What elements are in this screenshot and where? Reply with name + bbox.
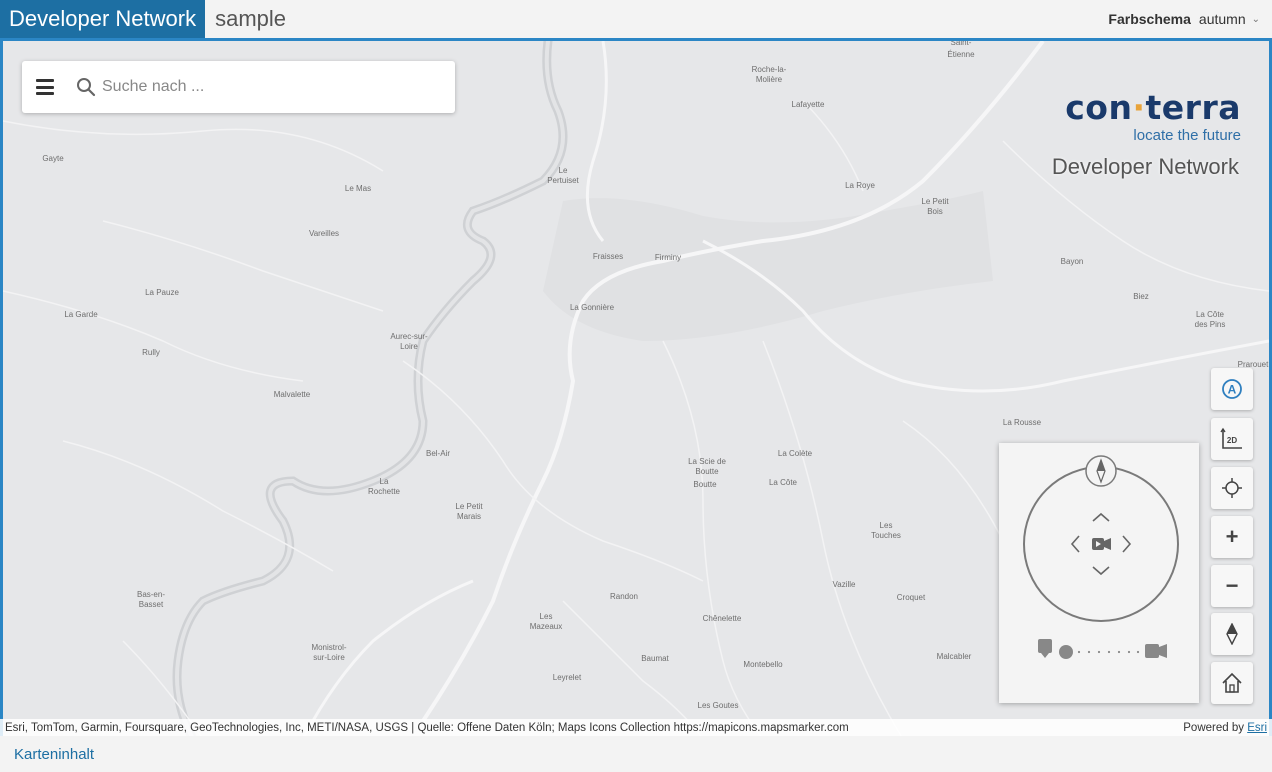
map-place-label: La Côte [769, 478, 798, 487]
map-place-label: Boutte [695, 467, 719, 476]
map-place-label: La Gonnière [570, 303, 615, 312]
map-place-label: Lafayette [792, 100, 825, 109]
locate-button[interactable] [1211, 467, 1253, 509]
map-place-label: Bas-en- [137, 590, 165, 599]
home-icon [1222, 672, 1242, 693]
map-place-label: Bois [927, 207, 943, 216]
map-place-label: Baumat [641, 654, 669, 663]
pan-down-icon[interactable] [1092, 566, 1110, 576]
map-place-label: La Garde [64, 310, 98, 319]
map-place-label: Bel-Air [426, 449, 450, 458]
compass-a-icon: A [1222, 379, 1242, 399]
overlay-title: Developer Network [1051, 154, 1239, 179]
map-content-link[interactable]: Karteninhalt [14, 746, 94, 763]
view-2d-icon: 2D [1220, 427, 1242, 449]
north-arrow-icon [1226, 623, 1238, 645]
map-place-label: Bayon [1061, 257, 1084, 266]
map-place-label: Biez [1133, 292, 1149, 301]
map-place-label: Les Goutes [698, 701, 739, 710]
map-place-label: Malvalette [274, 390, 311, 399]
bottom-bar: Karteninhalt [0, 736, 1272, 772]
map-place-label: sur-Loire [313, 653, 345, 662]
map-place-label: Rochette [368, 487, 401, 496]
map-attribution: Esri, TomTom, Garmin, Foursquare, GeoTec… [0, 719, 1272, 737]
map-place-label: Le Mas [345, 184, 371, 193]
search-input[interactable] [102, 78, 422, 96]
north-arrow-button[interactable] [1211, 613, 1253, 655]
map-place-label: Étienne [947, 50, 975, 59]
map-view[interactable]: Roche-la- Molière Saint- Étienne Lafayette Ga… [0, 38, 1272, 736]
top-bar: Developer Network sample Farbschema autu… [0, 0, 1272, 38]
map-place-label: Firminy [655, 253, 681, 262]
map-place-label: Chênelette [703, 614, 742, 623]
svg-text:2D: 2D [1227, 436, 1237, 445]
pan-left-icon[interactable] [1070, 535, 1080, 553]
map-place-label: Boutte [693, 480, 717, 489]
color-scheme-value[interactable]: autumn [1199, 11, 1246, 27]
crosshair-icon [1222, 478, 1242, 498]
map-place-label: La Côte [1196, 310, 1225, 319]
logo-tagline: locate the future [1133, 127, 1241, 144]
zoom-in-button[interactable]: + [1211, 516, 1253, 558]
chevron-down-icon[interactable]: ⌄ [1252, 14, 1260, 25]
map-place-label: Le [559, 166, 568, 175]
map-place-label: Randon [610, 592, 638, 601]
map-place-label: Touches [871, 531, 901, 540]
map-place-label: La Rousse [1003, 418, 1042, 427]
view-2d-button[interactable]: 2D [1211, 418, 1253, 460]
powered-by: Powered by Esri [1183, 722, 1267, 734]
map-place-label: Gayte [42, 154, 64, 163]
navigation-panel [999, 443, 1199, 703]
pan-right-icon[interactable] [1122, 535, 1132, 553]
color-scheme-select[interactable]: Farbschema autumn ⌄ [1108, 0, 1260, 38]
compass-a-button[interactable]: A [1211, 368, 1253, 410]
esri-link[interactable]: Esri [1247, 722, 1267, 734]
map-place-label: des Pins [1195, 320, 1226, 329]
map-place-label: Saint- [951, 41, 972, 47]
color-scheme-label: Farbschema [1108, 11, 1191, 27]
map-place-label: Montebello [743, 660, 783, 669]
map-place-label: Vareilles [309, 229, 339, 238]
pan-up-icon[interactable] [1092, 512, 1110, 522]
map-place-label: Malcabler [937, 652, 972, 661]
map-place-label: Vazille [833, 580, 857, 589]
map-place-label: Leyrelet [553, 673, 582, 682]
map-place-label: La [380, 477, 389, 486]
map-place-label: Les [880, 521, 893, 530]
map-place-label: Roche-la- [752, 65, 787, 74]
map-place-label: Basset [139, 600, 164, 609]
map-place-label: La Pauze [145, 288, 179, 297]
app-title: sample [215, 6, 286, 31]
home-button[interactable] [1211, 662, 1253, 704]
search-icon[interactable] [76, 77, 96, 97]
map-place-label: Molière [756, 75, 783, 84]
map-place-label: Loire [400, 342, 418, 351]
map-place-label: Mazeaux [530, 622, 562, 631]
map-place-label: Rully [142, 348, 160, 357]
tilt-slider[interactable] [1038, 639, 1167, 659]
map-place-label: Marais [457, 512, 481, 521]
map-place-label: Fraisses [593, 252, 623, 261]
brand-title: Developer Network [0, 0, 206, 38]
map-place-label: La Roye [845, 181, 875, 190]
svg-text:A: A [1228, 383, 1237, 397]
map-place-label: Les [540, 612, 553, 621]
camera-icon[interactable] [1092, 538, 1111, 550]
map-place-label: Croquet [897, 593, 926, 602]
menu-icon[interactable] [36, 79, 54, 95]
map-place-label: Pertuiset [547, 176, 579, 185]
search-widget [22, 61, 455, 113]
map-place-label: La Scie de [688, 457, 726, 466]
map-place-label: Le Petit [921, 197, 949, 206]
conterra-logo: con·terra locate the future [1065, 88, 1241, 144]
map-place-label: Monistrol- [311, 643, 346, 652]
map-place-label: Le Petit [455, 502, 483, 511]
map-place-label: La Colète [778, 449, 813, 458]
map-place-label: Aurec-sur- [390, 332, 428, 341]
zoom-out-button[interactable]: − [1211, 565, 1253, 607]
attribution-text: Esri, TomTom, Garmin, Foursquare, GeoTec… [5, 722, 849, 734]
